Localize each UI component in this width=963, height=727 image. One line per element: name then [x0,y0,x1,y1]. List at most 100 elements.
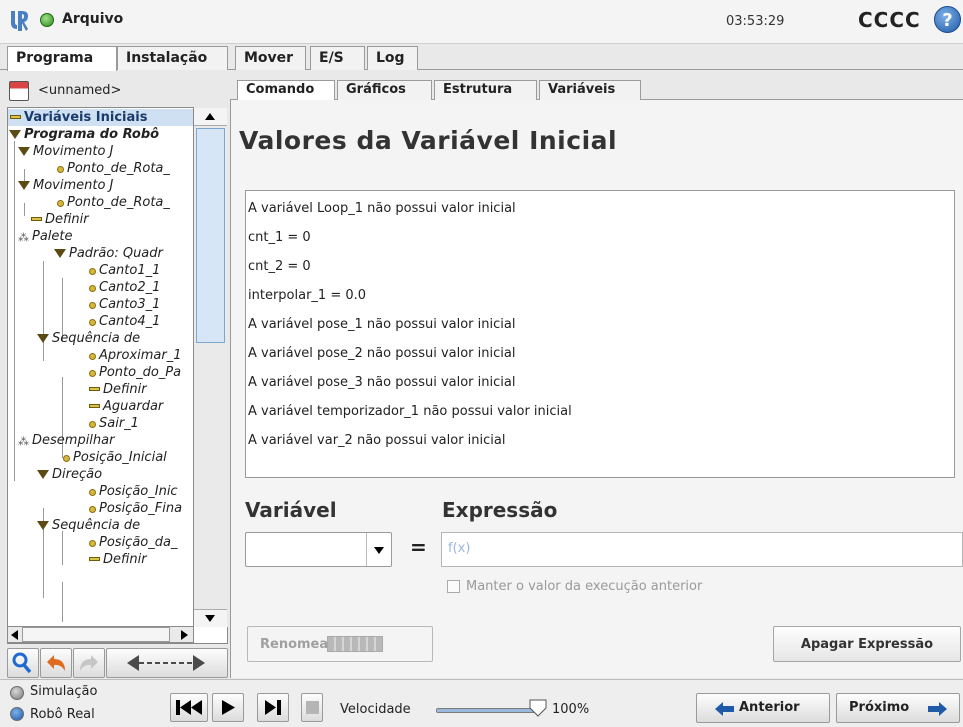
simulation-label: Simulação [30,684,98,699]
tree-item-direcao[interactable]: Direção [37,466,102,483]
list-item[interactable]: A variável pose_3 não possui valor inici… [248,375,515,390]
waypoint-icon [89,319,96,326]
tab-estrutura[interactable]: Estrutura [434,80,537,100]
tree-item-programa[interactable]: Programa do Robô [9,126,159,143]
next-button[interactable]: Próximo [836,693,960,723]
tree-item-canto2[interactable]: Canto2_1 [89,279,160,296]
simulation-radio[interactable] [10,686,24,700]
list-item[interactable]: A variável pose_2 não possui valor inici… [248,346,515,361]
tree-item-palete[interactable]: ⁂ Palete [18,228,73,245]
list-item[interactable]: A variável temporizador_1 não possui val… [248,404,572,419]
tab-mover[interactable]: Mover [235,46,306,70]
tree-item-sair[interactable]: Sair_1 [89,415,139,432]
tree-item-canto1[interactable]: Canto1_1 [89,262,160,279]
keyboard-icon [327,636,383,652]
tree-item-posicao-inicial[interactable]: Posição_Inicial [63,449,167,466]
list-item[interactable]: A variável var_2 não possui valor inicia… [248,433,505,448]
list-item[interactable]: A variável Loop_1 não possui valor inici… [248,201,516,216]
tab-variaveis[interactable]: Variáveis [539,80,641,100]
scroll-down-button[interactable] [194,609,227,627]
tree-item-posicao-da[interactable]: Posição_da_ [89,534,177,551]
tree-item-padrao[interactable]: Padrão: Quadr [54,245,163,262]
previous-label: Anterior [739,700,800,715]
waypoint-icon [89,353,96,360]
tree-item-definir-1[interactable]: Definir [31,211,89,228]
save-program-icon[interactable] [9,81,29,101]
tree-item-movej-2[interactable]: Movimento J [18,177,113,194]
scroll-thumb[interactable] [196,128,225,343]
chevron-down-icon[interactable] [366,533,391,566]
speed-slider-knob[interactable] [528,698,548,718]
folder-triangle-icon [9,130,21,139]
scroll-up-button[interactable] [194,108,227,126]
step-button[interactable] [257,693,289,722]
waypoint-icon [57,166,64,173]
tree-item-definir-2[interactable]: Definir [89,381,147,398]
redo-icon [80,655,98,671]
arrow-down-icon [205,615,215,622]
waypoint-icon [89,302,96,309]
list-item[interactable]: cnt_1 = 0 [248,230,311,245]
folder-triangle-icon [37,521,49,530]
list-item[interactable]: A variável pose_1 não possui valor inici… [248,317,515,332]
tree-item-waypoint-2[interactable]: Ponto_de_Rota_ [57,194,170,211]
robot-name: CCCC [858,8,921,32]
waypoint-icon [89,421,96,428]
next-label: Próximo [849,700,910,715]
pallet-icon: ⁂ [18,435,29,448]
redo-button[interactable] [73,648,105,678]
tree-item-movej-1[interactable]: Movimento J [18,143,113,160]
tree-item-ponto-do-palete[interactable]: Ponto_do_Pa [89,364,181,381]
tree-item-definir-3[interactable]: Definir [89,551,147,568]
skip-to-start-button[interactable] [170,693,208,722]
stop-button[interactable] [301,693,323,722]
tab-instalacao[interactable]: Instalação [117,46,228,70]
arrow-right-icon [928,702,947,716]
undo-button[interactable] [40,648,72,678]
tree-item-aproximar[interactable]: Aproximar_1 [89,347,182,364]
waypoint-icon [89,540,96,547]
horizontal-scroll-thumb[interactable] [22,627,170,642]
tab-programa[interactable]: Programa [7,46,117,71]
file-menu[interactable]: Arquivo [62,11,123,27]
assignment-icon [89,557,100,561]
initial-variables-list[interactable]: A variável Loop_1 não possui valor inici… [245,190,955,478]
tab-es[interactable]: E/S [310,46,365,70]
previous-button[interactable]: Anterior [696,693,830,723]
waypoint-icon [89,370,96,377]
page-title: Valores da Variável Inicial [239,126,618,155]
move-node-button[interactable] [106,648,228,678]
folder-triangle-icon [54,249,66,258]
tree-item-posicao-inic[interactable]: Posição_Inic [89,483,178,500]
tree-item-aguardar[interactable]: Aguardar [89,398,163,415]
waypoint-icon [89,268,96,275]
arrow-left-icon [11,630,18,640]
play-button[interactable] [212,693,244,722]
tree-item-variaveis-iniciais[interactable]: Variáveis Iniciais [8,109,194,126]
keep-previous-value-checkbox[interactable] [447,580,460,593]
assignment-icon [10,115,21,119]
clear-expression-button[interactable]: Apagar Expressão [773,626,961,662]
stop-icon [306,701,319,714]
variable-label: Variável [245,498,337,522]
tab-graficos[interactable]: Gráficos [337,80,432,100]
program-name: <unnamed> [38,83,122,98]
search-button[interactable] [7,648,39,678]
tab-comando[interactable]: Comando [237,80,335,101]
expression-input[interactable]: f(x) [441,532,963,567]
list-item[interactable]: cnt_2 = 0 [248,259,311,274]
tree-item-desempilhar[interactable]: ⁂ Desempilhar [18,432,114,449]
tree-item-canto4[interactable]: Canto4_1 [89,313,160,330]
waypoint-icon [57,200,64,207]
tree-item-sequencia-1[interactable]: Sequência de [37,330,140,347]
tree-item-sequencia-2[interactable]: Sequência de [37,517,140,534]
help-button[interactable]: ? [934,6,961,33]
tab-log[interactable]: Log [367,46,418,70]
tree-item-canto3[interactable]: Canto3_1 [89,296,160,313]
wait-icon [89,404,100,408]
tree-item-waypoint-1[interactable]: Ponto_de_Rota_ [57,160,170,177]
tree-item-posicao-final[interactable]: Posição_Fina [89,500,182,517]
pallet-icon: ⁂ [18,231,29,244]
real-robot-radio[interactable] [10,707,24,721]
list-item[interactable]: interpolar_1 = 0.0 [248,288,366,303]
